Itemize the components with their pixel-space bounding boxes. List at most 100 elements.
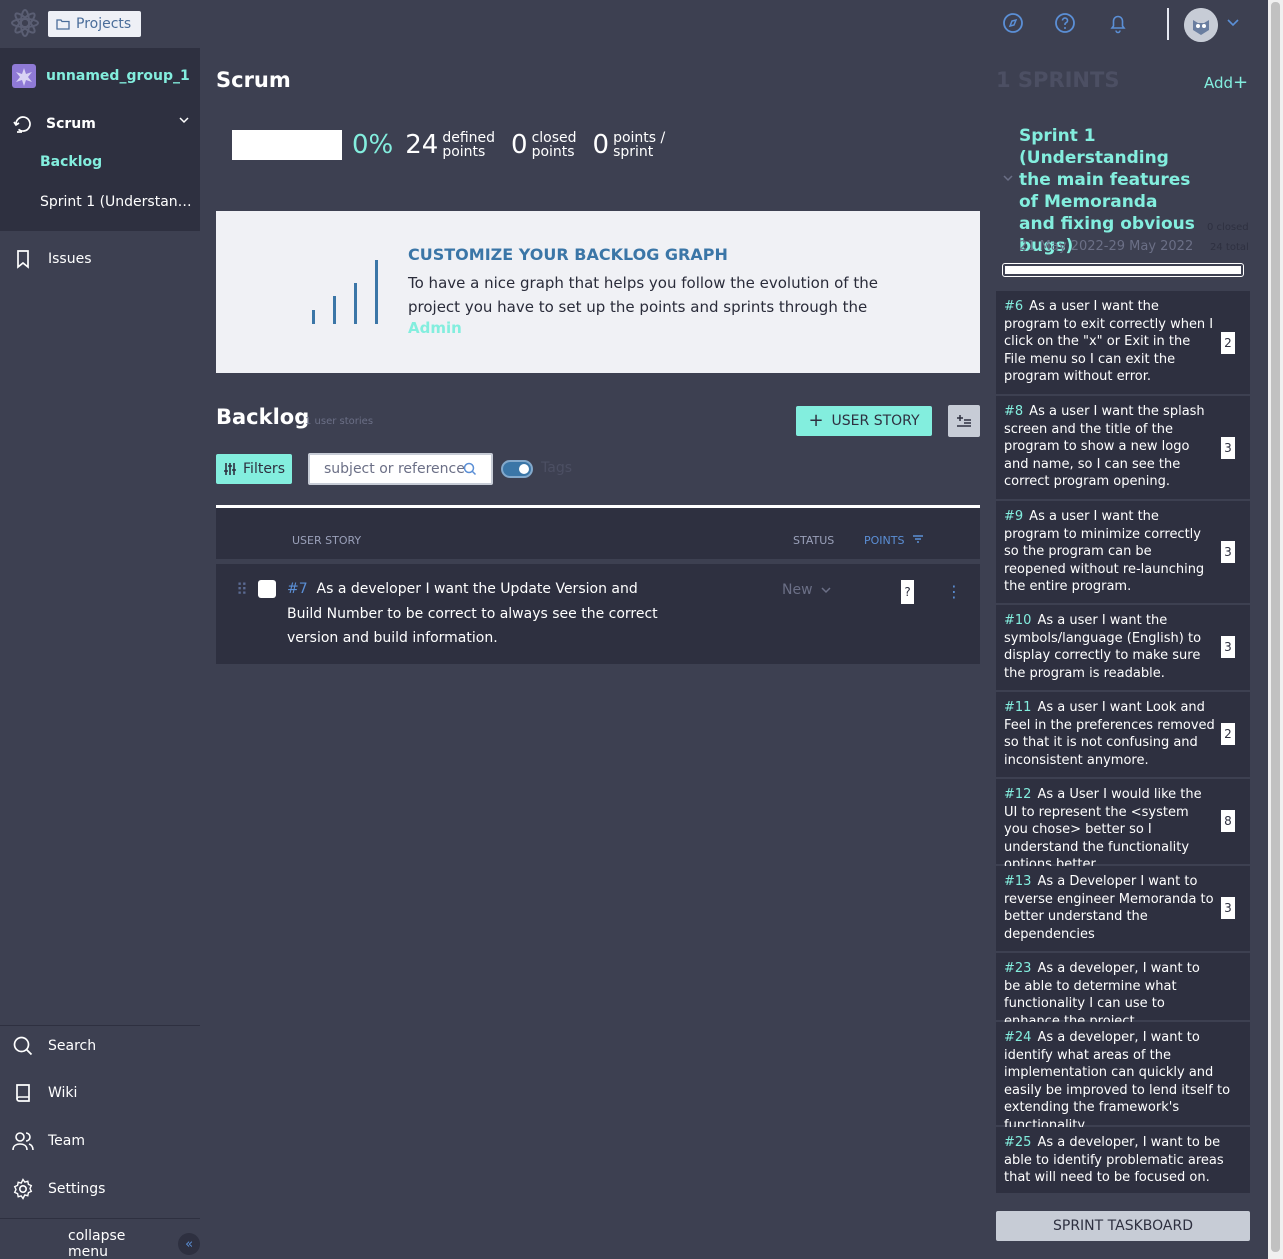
list-item[interactable]: #9 As a user I want the program to minimi… (996, 501, 1250, 605)
chevron-down-icon[interactable] (178, 115, 190, 125)
points-per-sprint-value: 0 (592, 130, 610, 160)
chevron-down-icon[interactable] (1226, 18, 1240, 28)
story-points: 2 (1221, 723, 1235, 745)
list-item[interactable]: #13 As a Developer I want to reverse engi… (996, 866, 1250, 953)
list-item[interactable]: #23 As a developer, I want to be able to … (996, 953, 1250, 1029)
backlog-table-header: USER STORY STATUS POINTS (216, 505, 980, 559)
user-story-ref[interactable]: #7 (287, 581, 308, 597)
sprint-progress-bar (1002, 263, 1244, 277)
admin-link[interactable]: Admin (408, 319, 462, 337)
add-user-story-button[interactable]: + USER STORY (796, 406, 932, 436)
bar-graph-icon (312, 260, 378, 324)
story-subject[interactable]: As a user I want the program to exit cor… (1004, 299, 1213, 384)
column-user-story: USER STORY (292, 534, 362, 547)
column-points[interactable]: POINTS (864, 534, 924, 547)
progress-percent: 0% (352, 130, 394, 160)
story-ref[interactable]: #8 (1004, 404, 1023, 419)
taiga-logo-icon[interactable] (8, 6, 42, 40)
row-checkbox[interactable] (258, 580, 276, 598)
sidebar-item-label: Search (48, 1038, 97, 1054)
search-icon (463, 462, 477, 476)
page-title: Scrum (216, 68, 291, 92)
scrollbar-thumb[interactable] (1271, 2, 1280, 1252)
project-selector[interactable]: unnamed_group_1 (12, 64, 190, 88)
bulk-add-button[interactable] (948, 405, 980, 437)
story-ref[interactable]: #24 (1004, 1030, 1031, 1045)
sidebar-item-sprint[interactable]: Sprint 1 (Understanding the main feature… (40, 194, 198, 210)
story-ref[interactable]: #13 (1004, 874, 1031, 889)
filters-label: Filters (243, 461, 285, 477)
sidebar-item-backlog[interactable]: Backlog (40, 154, 198, 170)
list-item[interactable]: #10 As a user I want the symbols/language… (996, 605, 1250, 692)
story-subject[interactable]: As a Developer I want to reverse enginee… (1004, 874, 1214, 942)
story-subject[interactable]: As a User I would like the UI to represe… (1004, 787, 1202, 872)
filters-button[interactable]: Filters (216, 454, 292, 484)
backlog-title: Backlog (216, 405, 310, 429)
add-sprint-button[interactable]: Add+ (1204, 72, 1248, 93)
sidebar-item-issues[interactable]: Issues (12, 248, 92, 270)
sidebar-item-settings[interactable]: Settings (12, 1178, 105, 1200)
sidebar-item-search[interactable]: Search (12, 1035, 96, 1057)
tags-toggle[interactable] (501, 460, 533, 478)
sprint-taskboard-button[interactable]: SPRINT TASKBOARD (996, 1211, 1250, 1241)
list-item[interactable]: #6 As a user I want the program to exit c… (996, 291, 1250, 396)
list-item[interactable]: #24 As a developer, I want to identify wh… (996, 1022, 1250, 1133)
sprint-name[interactable]: Sprint 1 (Understanding the main feature… (1019, 125, 1199, 257)
story-points: 3 (1221, 541, 1235, 563)
chevron-down-icon[interactable] (1002, 173, 1014, 183)
user-story-text[interactable]: #7 As a developer I want the Update Vers… (287, 577, 677, 651)
story-subject[interactable]: As a user I want the splash screen and t… (1004, 404, 1205, 489)
projects-button[interactable]: Projects (48, 11, 141, 37)
help-icon[interactable] (1054, 12, 1076, 34)
story-ref[interactable]: #6 (1004, 299, 1023, 314)
story-ref[interactable]: #25 (1004, 1135, 1031, 1150)
compass-icon[interactable] (1002, 12, 1024, 34)
story-subject[interactable]: As a user I want the program to minimize… (1004, 509, 1204, 594)
projects-label: Projects (76, 16, 132, 32)
story-ref[interactable]: #9 (1004, 509, 1023, 524)
table-row[interactable]: ⠿ #7 As a developer I want the Update Ve… (216, 564, 980, 664)
plus-icon: + (1233, 72, 1249, 93)
story-ref[interactable]: #10 (1004, 613, 1031, 628)
closed-points-label: closed points (531, 130, 577, 160)
drag-handle-icon[interactable]: ⠿ (236, 580, 248, 599)
list-item[interactable]: #8 As a user I want the splash screen and… (996, 396, 1250, 501)
story-ref[interactable]: #11 (1004, 700, 1031, 715)
book-icon (16, 1084, 30, 1102)
story-ref[interactable]: #12 (1004, 787, 1031, 802)
page-scrollbar[interactable] (1268, 0, 1283, 1259)
sidebar-item-wiki[interactable]: Wiki (12, 1082, 77, 1104)
story-subject[interactable]: As a developer, I want to identify what … (1004, 1030, 1230, 1133)
sidebar-item-team[interactable]: Team (12, 1130, 85, 1152)
story-points: 3 (1221, 897, 1235, 919)
backlog-count: 1 user stories (305, 416, 374, 427)
chevron-down-icon (821, 587, 831, 594)
more-options-icon[interactable]: ⋮ (946, 582, 962, 601)
points-per-sprint-label: points / sprint (613, 130, 666, 160)
story-ref[interactable]: #23 (1004, 961, 1031, 976)
add-user-story-label: USER STORY (831, 413, 920, 429)
status-dropdown[interactable]: New (782, 582, 831, 598)
sidebar-item-label: Issues (48, 251, 92, 267)
sidebar-item-scrum[interactable]: Scrum (12, 113, 192, 135)
list-item[interactable]: #12 As a User I would like the UI to repr… (996, 779, 1250, 872)
avatar[interactable] (1184, 8, 1218, 42)
story-subject[interactable]: As a user I want Look and Feel in the pr… (1004, 700, 1215, 768)
collapse-menu-button[interactable]: collapse menu « (68, 1228, 200, 1259)
search-input[interactable]: subject or reference (308, 453, 493, 485)
points-value[interactable]: ? (901, 580, 914, 604)
bell-icon[interactable] (1107, 12, 1129, 34)
story-subject[interactable]: As a user I want the symbols/language (E… (1004, 613, 1201, 681)
collapse-menu-label: collapse menu (68, 1228, 126, 1259)
sidebar-item-label: Settings (48, 1181, 106, 1197)
defined-points-value: 24 (405, 130, 439, 160)
list-item[interactable]: #11 As a user I want Look and Feel in the… (996, 692, 1250, 779)
sidebar: unnamed_group_1 Scrum Backlog Sprint 1 (… (0, 48, 200, 1259)
scrum-stats: 0% 24 defined points 0 closed points 0 poi… (232, 130, 681, 160)
list-item[interactable]: #25 As a developer, I want to be able to … (996, 1127, 1250, 1195)
add-list-icon (957, 415, 971, 427)
story-subject[interactable]: As a developer, I want to be able to det… (1004, 961, 1200, 1029)
user-story-subject[interactable]: As a developer I want the Update Version… (287, 581, 658, 646)
story-subject[interactable]: As a developer, I want to be able to ide… (1004, 1135, 1224, 1185)
defined-points-label: defined points (442, 130, 496, 160)
